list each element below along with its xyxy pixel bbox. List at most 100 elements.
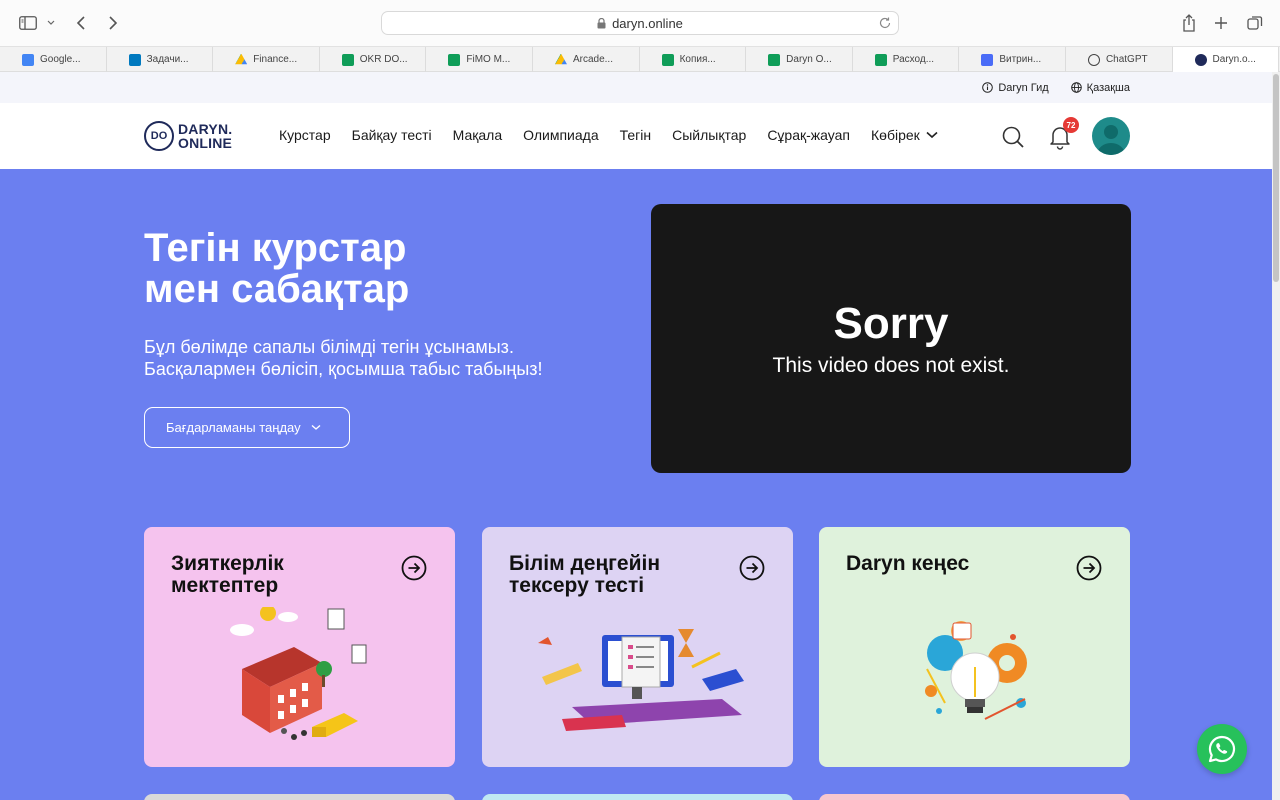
url-bar[interactable]: daryn.online (381, 11, 899, 35)
arrow-right-circle-icon[interactable] (401, 555, 427, 581)
card-peek (482, 794, 793, 800)
site-header: DO DARYN. ONLINE Курстар Байқау тесті Ма… (0, 103, 1272, 169)
browser-toolbar: daryn.online (0, 0, 1280, 46)
search-icon[interactable] (1001, 125, 1025, 154)
chevron-down-icon (926, 131, 938, 139)
nav-gifts[interactable]: Сыйлықтар (672, 127, 746, 143)
logo-mark: DO (144, 121, 174, 151)
tab-copy[interactable]: Копия... (640, 47, 747, 72)
tab-label: Finance... (253, 54, 298, 65)
sheets-icon (874, 53, 887, 66)
chevron-down-icon (311, 424, 321, 430)
card-peek (144, 794, 455, 800)
tab-expenses[interactable]: Расход... (853, 47, 960, 72)
chevron-down-icon[interactable] (44, 12, 58, 34)
nav-more-label: Көбірек (871, 127, 920, 143)
tab-label: Daryn O... (786, 54, 832, 65)
drive-icon (235, 53, 248, 65)
sidebar-toggle-icon[interactable] (17, 12, 39, 34)
hero-title-line1: Тегін курстар (144, 226, 407, 270)
arrow-right-circle-icon[interactable] (739, 555, 765, 581)
tab-overview-icon[interactable] (1245, 12, 1265, 34)
tab-label: Расход... (892, 54, 935, 65)
hero-subtitle-line1: Бұл бөлімде сапалы білімді тегін ұсынамы… (144, 337, 514, 357)
tab-showcase[interactable]: Витрин... (959, 47, 1066, 72)
sheets-icon (448, 53, 461, 66)
share-icon[interactable] (1180, 12, 1198, 34)
globe-icon (1070, 82, 1082, 93)
nav-olympiad[interactable]: Олимпиада (523, 127, 599, 143)
logo-line1: DARYN. (178, 121, 233, 137)
tab-label: FiMO M... (466, 54, 511, 65)
test-illustration (538, 629, 744, 731)
card-title: Зияткерлік мектептер (171, 553, 284, 597)
new-tab-icon[interactable] (1212, 12, 1230, 34)
language-label: Қазақша (1086, 81, 1130, 94)
card-title-line1: Зияткерлік (171, 552, 284, 575)
card-title-line2: тексеру тесті (509, 574, 645, 597)
arrow-right-circle-icon[interactable] (1076, 555, 1102, 581)
card-level-test[interactable]: Білім деңгейін тексеру тесті (482, 527, 793, 767)
trello-icon (128, 53, 141, 66)
nav-articles[interactable]: Мақала (453, 127, 502, 143)
tab-label: Копия... (679, 54, 716, 65)
scroll-thumb[interactable] (1273, 74, 1279, 282)
tab-google-calendar[interactable]: Google... (0, 47, 107, 72)
tab-fimo[interactable]: FiMO M... (426, 47, 533, 72)
main-nav: Курстар Байқау тесті Мақала Олимпиада Те… (279, 127, 959, 143)
daryn-guide-link[interactable]: Daryn Гид (982, 81, 1049, 94)
tab-chatgpt[interactable]: ChatGPT (1066, 47, 1173, 72)
tab-arcade[interactable]: Arcade... (533, 47, 640, 72)
nav-courses[interactable]: Курстар (279, 127, 331, 143)
tab-label: Daryn.o... (1212, 54, 1256, 65)
whatsapp-button[interactable] (1197, 724, 1247, 774)
tab-trello[interactable]: Задачи... (107, 47, 214, 72)
reload-icon[interactable] (878, 16, 892, 30)
nav-free[interactable]: Тегін (620, 127, 652, 143)
guide-label: Daryn Гид (998, 81, 1049, 94)
card-title: Daryn кеңес (846, 553, 969, 575)
tab-label: Arcade... (572, 54, 613, 65)
tab-label: Витрин... (999, 54, 1042, 65)
tab-daryn-online[interactable]: Daryn.o... (1172, 47, 1280, 72)
card-daryn-advice[interactable]: Daryn кеңес (819, 527, 1130, 767)
tabs-bar: Google... Задачи... Finance... OKR DO...… (0, 46, 1280, 72)
info-icon (982, 82, 994, 93)
hero-subtitle-line2: Басқалармен бөлісіп, қосымша табыс табың… (144, 359, 543, 379)
notification-badge: 72 (1063, 117, 1079, 133)
card-title-line2: мектептер (171, 574, 279, 597)
nav-faq[interactable]: Сұрақ-жауап (767, 127, 850, 143)
tab-label: Google... (40, 54, 81, 65)
school-illustration (230, 607, 367, 740)
logo-line2: ONLINE (178, 135, 233, 151)
page-scrollbar[interactable] (1272, 72, 1280, 800)
chatgpt-icon (1087, 53, 1100, 66)
site-top-strip: Daryn Гид Қазақша (0, 72, 1272, 103)
tab-label: Задачи... (146, 54, 189, 65)
forward-icon[interactable] (104, 12, 122, 34)
site-logo[interactable]: DO DARYN. ONLINE (144, 121, 232, 151)
tab-okr[interactable]: OKR DO... (320, 47, 427, 72)
hero-section: Тегін курстар мен сабақтар Бұл бөлімде с… (0, 169, 1272, 800)
avatar[interactable] (1092, 117, 1130, 155)
tab-finance[interactable]: Finance... (213, 47, 320, 72)
video-error-title: Sorry (833, 299, 949, 348)
card-intellectual-schools[interactable]: Зияткерлік мектептер (144, 527, 455, 767)
nav-more[interactable]: Көбірек (871, 127, 938, 143)
video-player[interactable]: Sorry This video does not exist. (651, 204, 1131, 473)
language-selector[interactable]: Қазақша (1070, 81, 1130, 94)
logo-wordmark: DARYN. ONLINE (178, 122, 232, 150)
drive-icon (554, 53, 567, 65)
sheets-icon (768, 53, 781, 66)
back-icon[interactable] (72, 12, 90, 34)
tab-daryn-sheet[interactable]: Daryn O... (746, 47, 853, 72)
nav-trial-test[interactable]: Байқау тесті (352, 127, 432, 143)
calendar-icon (22, 53, 34, 66)
daryn-icon (1194, 53, 1207, 66)
program-select-dropdown[interactable]: Бағдарламаны таңдау (144, 407, 350, 448)
hero-subtitle: Бұл бөлімде сапалы білімді тегін ұсынамы… (144, 336, 543, 380)
card-peek (819, 794, 1130, 800)
program-select-label: Бағдарламаны таңдау (166, 420, 301, 435)
card-title-line1: Daryn кеңес (846, 552, 970, 575)
sheets-icon (341, 53, 354, 66)
